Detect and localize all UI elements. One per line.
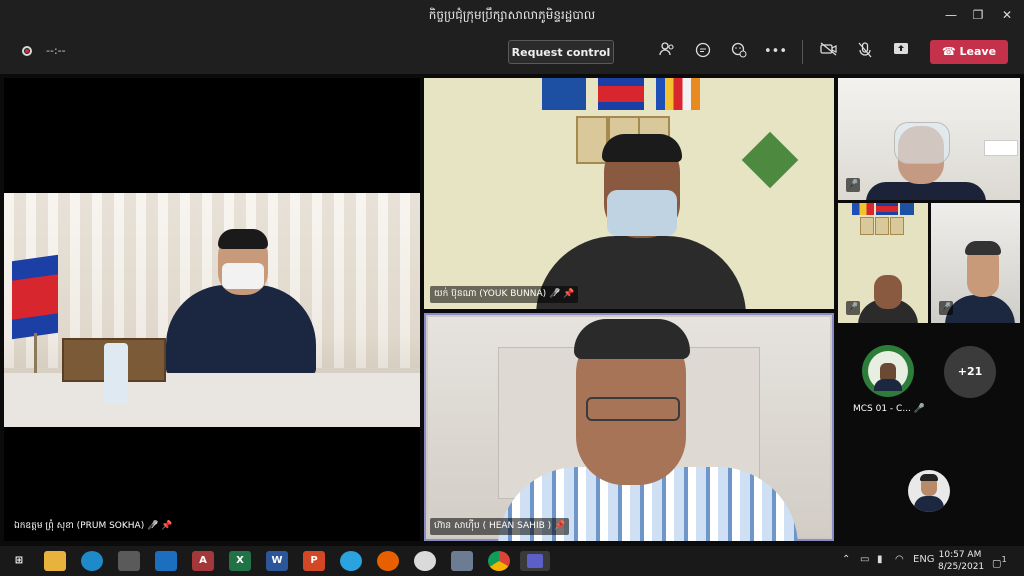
participants-button[interactable] [656,42,678,62]
windows-taskbar: ⊞ A X W P ⌃ ▭ ▮ ◠ ENG 10:57 AM 8/25/2021… [0,546,1024,576]
cambodia-flag [598,78,644,110]
participant-name-label: យក់ ប៊ុនណា (YOUK BUNNA) 🎤̸ 📌 [430,286,579,303]
participant-name-label: ហ៊ាន សាហ៊ីប ( HEAN SAHIB ) 📌 [430,518,570,535]
camera-toggle-button[interactable] [818,42,840,62]
video-tile-participant-4[interactable]: 🎤 [838,78,1020,200]
battery-icon[interactable]: ▮ [877,554,883,565]
wifi-icon[interactable]: ◠ [895,554,904,565]
leave-button[interactable]: ☎ Leave [930,40,1008,64]
mic-off-icon: 🎤 [913,404,926,414]
participant-figure [166,285,316,375]
video-feed [424,78,834,309]
meeting-timer: --:-- [46,44,66,57]
minimize-button[interactable]: — [937,5,965,25]
participant-name: យក់ ប៊ុនណា (YOUK BUNNA) [434,289,547,299]
camera-off-icon [820,42,837,56]
mic-off-icon: 🎤 [939,301,953,315]
reaction-icon [731,42,747,58]
windows-start-icon[interactable]: ⊞ [8,551,30,571]
chat-icon [695,42,711,58]
pin-icon: 📌 [563,289,575,299]
participant-name: ឯកឧត្តម ព្រុំ សុខា (PRUM SOKHA) [14,521,145,531]
chrome-icon[interactable] [488,551,510,571]
toolbar-divider [802,40,803,64]
teams-icon[interactable] [520,551,550,571]
telegram-icon[interactable] [340,551,362,571]
self-view-avatar[interactable] [908,470,950,512]
mail-icon[interactable] [155,551,177,571]
mic-off-icon: 🎤̸ [549,289,564,299]
more-actions-button[interactable]: ••• [764,42,787,62]
participant-name: ហ៊ាន សាហ៊ីប ( HEAN SAHIB ) [434,521,552,531]
notification-count: 1 [1001,554,1007,564]
school-logo [741,131,799,189]
video-tile-participant-6[interactable]: 🎤 [931,203,1020,323]
utility-app-icon[interactable] [414,551,436,571]
touchpad-icon[interactable]: ▭ [860,554,869,565]
reactions-button[interactable] [728,42,750,62]
cambodia-flag [12,254,58,340]
video-tile-prum-sokha[interactable]: ឯកឧត្តម ព្រុំ សុខា (PRUM SOKHA) 🎤̸ 📌 [4,78,420,541]
excel-icon[interactable]: X [229,551,251,571]
phone-hangup-icon: ☎ [941,45,960,58]
leave-label: Leave [959,45,997,58]
video-tile-youk-bunna[interactable]: យក់ ប៊ុនណា (YOUK BUNNA) 🎤̸ 📌 [424,78,834,309]
maximize-button[interactable]: ❐ [964,5,992,25]
video-feed [428,317,830,541]
participant-avatar-mcs01[interactable] [862,345,914,397]
file-explorer-icon[interactable] [44,551,66,571]
video-tile-participant-5[interactable]: 🎤 [838,203,928,323]
share-button[interactable] [890,42,912,62]
edge-browser-icon[interactable] [81,551,103,571]
request-control-button[interactable]: Request control [508,40,614,64]
notification-center-icon[interactable]: ▢1 [992,554,1007,569]
meeting-toolbar: --:-- Request control ••• ☎ Leave [0,30,1024,74]
recording-icon [22,46,32,56]
mic-off-icon: 🎤̸ [147,521,162,531]
emblem-blue [542,78,586,110]
participant-name-label: MCS 01 - C... 🎤 [853,404,925,414]
chat-button[interactable] [692,42,714,62]
participant-name-label: ឯកឧត្តម ព្រុំ សុខា (PRUM SOKHA) 🎤̸ 📌 [10,518,177,535]
share-screen-icon [894,43,908,54]
clock-time: 10:57 AM [938,550,982,560]
video-feed [4,193,420,427]
title-bar: កិច្ចប្រជុំក្រុមប្រឹក្សាសាលាភូមិន្ទរដ្ឋប… [0,0,1024,30]
pin-icon: 📌 [554,521,566,531]
store-icon[interactable] [118,551,140,571]
pin-icon: 📌 [161,521,173,531]
mic-toggle-button[interactable] [854,42,876,62]
clock-date: 8/25/2021 [938,562,985,572]
language-indicator[interactable]: ENG [913,554,935,565]
video-tile-hean-sahib[interactable]: ហ៊ាន សាហ៊ីប ( HEAN SAHIB ) 📌 [424,313,834,541]
system-clock[interactable]: 10:57 AM 8/25/2021 [938,549,985,573]
overflow-participants-button[interactable]: +21 [944,346,996,398]
mic-off-icon: 🎤 [846,178,860,192]
participant-name: MCS 01 - C... [853,404,911,414]
camera-app-icon[interactable] [451,551,473,571]
powerpoint-icon[interactable]: P [303,551,325,571]
mic-off-icon [858,42,872,58]
close-window-button[interactable]: ✕ [993,5,1021,25]
access-icon[interactable]: A [192,551,214,571]
buddhist-flag [656,78,700,110]
show-hidden-icons-icon[interactable]: ⌃ [842,554,850,565]
people-icon [659,42,674,56]
mic-off-icon: 🎤 [846,301,860,315]
firefox-icon[interactable] [377,551,399,571]
video-feed [838,78,1020,200]
word-icon[interactable]: W [266,551,288,571]
window-title: កិច្ចប្រជុំក្រុមប្រឹក្សាសាលាភូមិន្ទរដ្ឋប… [428,8,596,22]
